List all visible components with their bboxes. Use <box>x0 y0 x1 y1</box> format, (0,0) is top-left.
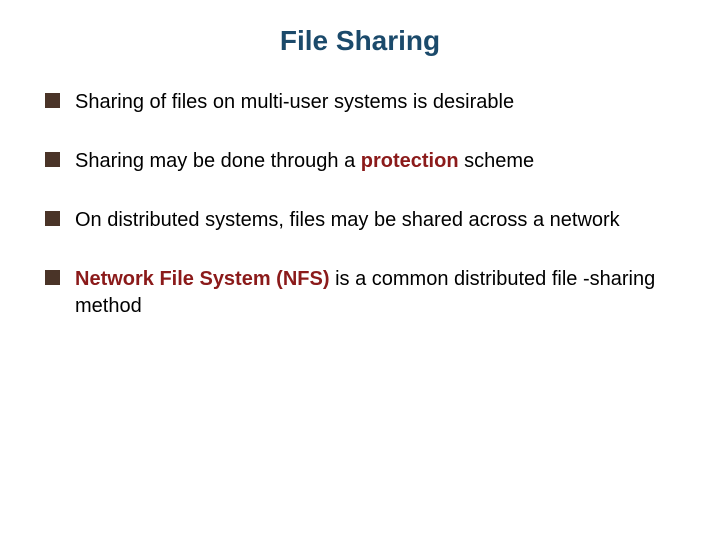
list-item: Network File System (NFS) is a common di… <box>45 266 675 320</box>
bullet-icon <box>45 211 60 226</box>
bullet-icon <box>45 93 60 108</box>
bullet-text-emph: protection <box>361 150 459 172</box>
slide-title: File Sharing <box>45 25 675 57</box>
bullet-icon <box>45 270 60 285</box>
list-item: Sharing of files on multi-user systems i… <box>45 89 675 116</box>
bullet-text: Sharing of files on multi-user systems i… <box>75 91 514 113</box>
bullet-icon <box>45 152 60 167</box>
list-item: Sharing may be done through a protection… <box>45 148 675 175</box>
bullet-list: Sharing of files on multi-user systems i… <box>45 89 675 320</box>
list-item: On distributed systems, files may be sha… <box>45 207 675 234</box>
bullet-text: On distributed systems, files may be sha… <box>75 209 620 231</box>
slide-container: File Sharing Sharing of files on multi-u… <box>0 0 720 320</box>
bullet-text-emph: Network File System (NFS) <box>75 268 330 290</box>
bullet-text-post: scheme <box>459 150 535 172</box>
bullet-text-pre: Sharing may be done through a <box>75 150 361 172</box>
